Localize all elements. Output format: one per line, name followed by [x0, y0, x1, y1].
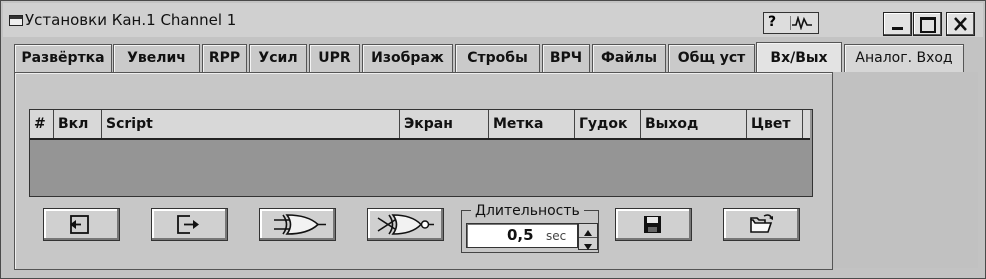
close-button[interactable] [946, 12, 975, 36]
close-icon [954, 17, 967, 31]
duration-value: 0,5 [507, 226, 534, 244]
xnor-gate-icon [377, 214, 434, 235]
tab-strip: Развёртка Увелич RPP Усил UPR Изображ Ст… [14, 42, 974, 74]
duration-label: Длительность [471, 203, 584, 219]
tab-upr[interactable]: UPR [309, 44, 360, 72]
import-button[interactable] [43, 208, 120, 241]
xor-gate-button[interactable] [259, 208, 336, 241]
duration-input[interactable]: 0,5 sec [466, 223, 578, 248]
col-number[interactable]: # [30, 110, 54, 138]
duration-spinner[interactable] [578, 223, 598, 250]
export-button[interactable] [151, 208, 228, 241]
save-icon [644, 216, 661, 233]
tab-faily[interactable]: Файлы [592, 44, 666, 72]
help-button[interactable]: ? [763, 12, 819, 34]
help-waveform-icon [790, 16, 812, 30]
table-header: # Вкл Script Экран Метка Гудок Выход Цве… [30, 110, 810, 140]
xor-gate-icon [274, 214, 326, 235]
save-button[interactable] [615, 208, 692, 241]
tab-izobrazh[interactable]: Изображ [362, 44, 453, 72]
window-title: Установки Кан.1 Channel 1 [25, 11, 237, 29]
export-icon [177, 215, 199, 234]
app-window-icon [9, 15, 23, 26]
import-icon [70, 215, 89, 234]
tab-stroby[interactable]: Стробы [455, 44, 540, 72]
open-folder-icon [750, 214, 773, 233]
duration-unit: sec [546, 229, 567, 243]
tab-analog-vkhod[interactable]: Аналог. Вход [844, 44, 964, 72]
tab-usil[interactable]: Усил [249, 44, 307, 72]
xnor-gate-button[interactable] [367, 208, 444, 241]
minimize-button[interactable] [883, 12, 912, 36]
col-ekran[interactable]: Экран [400, 110, 489, 138]
help-question-label: ? [768, 14, 777, 30]
tab-rpp[interactable]: RPP [202, 44, 247, 72]
col-script[interactable]: Script [102, 110, 400, 138]
tab-razvertka[interactable]: Развёртка [14, 44, 112, 72]
col-metka[interactable]: Метка [489, 110, 575, 138]
col-gudok[interactable]: Гудок [575, 110, 641, 138]
maximize-button[interactable] [913, 12, 942, 36]
tab-vkh-vykh[interactable]: Вх/Вых [756, 42, 842, 74]
spin-down-icon [584, 244, 592, 250]
spin-down-button[interactable] [579, 237, 597, 250]
io-table[interactable]: # Вкл Script Экран Метка Гудок Выход Цве… [29, 109, 813, 197]
minimize-icon [892, 27, 903, 30]
spin-up-button[interactable] [579, 224, 597, 236]
tab-uvelich[interactable]: Увелич [113, 44, 200, 72]
empty-side-area [832, 72, 978, 268]
col-vkl[interactable]: Вкл [54, 110, 102, 138]
tab-vrch[interactable]: ВРЧ [542, 44, 590, 72]
col-tsvet[interactable]: Цвет [747, 110, 803, 138]
tab-obshch-ust[interactable]: Общ уст [668, 44, 755, 72]
open-folder-button[interactable] [723, 208, 800, 241]
col-vykhod[interactable]: Выход [641, 110, 747, 138]
settings-window: Установки Кан.1 Channel 1 ? Развёртка Ув… [0, 0, 986, 279]
maximize-icon [920, 17, 936, 33]
title-bar[interactable]: Установки Кан.1 Channel 1 ? [3, 3, 983, 37]
